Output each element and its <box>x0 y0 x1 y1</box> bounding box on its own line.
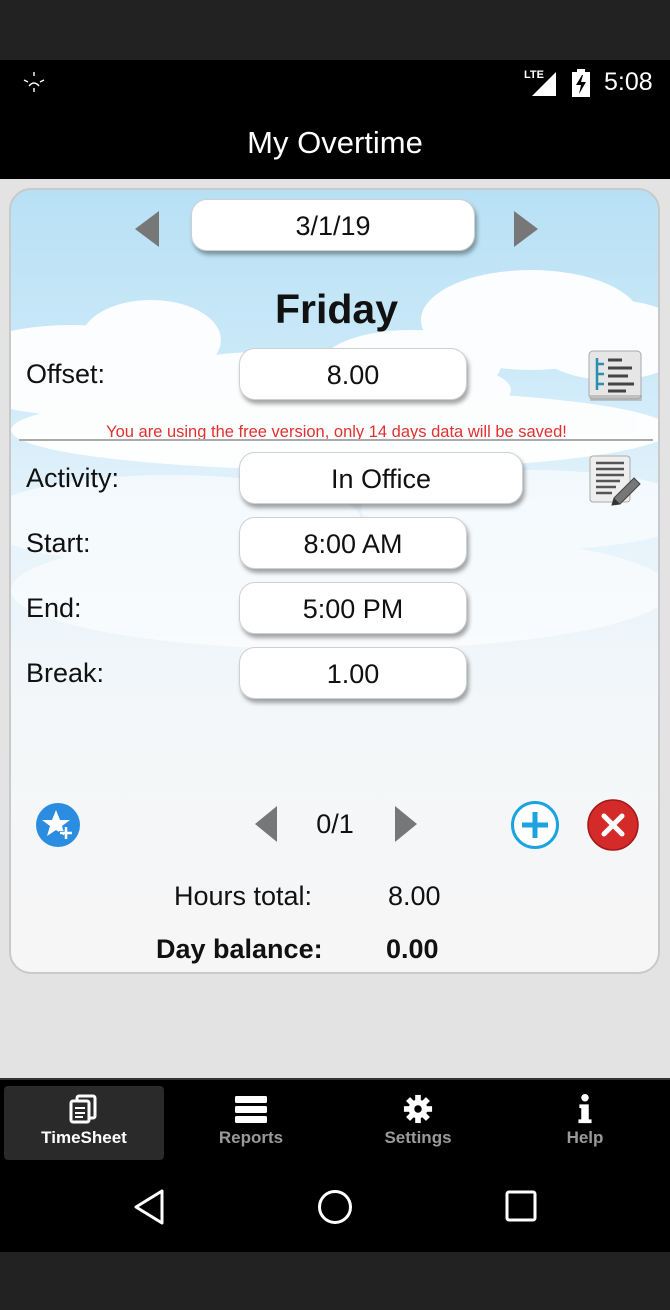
help-icon <box>578 1094 592 1124</box>
screen: LTE 5:08 My Overtime 3/1/19 Friday Offse… <box>0 0 670 1310</box>
day-balance-value: 0.00 <box>386 934 439 964</box>
day-balance-label: Day balance: <box>156 934 323 964</box>
app-title: My Overtime <box>247 125 423 160</box>
offset-hierarchy-button[interactable] <box>588 350 642 402</box>
date-picker[interactable]: 3/1/19 <box>191 199 475 251</box>
start-time-field[interactable]: 8:00 AM <box>239 517 467 569</box>
bottom-band <box>0 1252 670 1310</box>
hours-total-label: Hours total: <box>174 881 313 911</box>
activity-label: Activity: <box>26 463 120 493</box>
timesheet-card: 3/1/19 Friday Offset: 8.00 You are using… <box>9 188 660 974</box>
break-value: 1.00 <box>326 659 380 689</box>
delete-entry-button[interactable] <box>587 799 639 851</box>
recents-button-icon[interactable] <box>505 1190 537 1222</box>
break-field[interactable]: 1.00 <box>239 647 467 699</box>
entry-pager: 0/1 <box>316 809 354 839</box>
tab-help-label: Help <box>566 1128 604 1147</box>
previous-day-button[interactable] <box>135 211 161 247</box>
offset-label: Offset: <box>26 359 106 389</box>
settings-icon <box>403 1094 433 1124</box>
next-day-button[interactable] <box>512 211 538 247</box>
tab-settings-label: Settings <box>384 1128 452 1147</box>
clock: 5:08 <box>604 68 653 96</box>
tab-reports-label: Reports <box>218 1128 284 1147</box>
end-time-field[interactable]: 5:00 PM <box>239 582 467 634</box>
end-label: End: <box>26 593 82 623</box>
offset-value: 8.00 <box>326 360 380 390</box>
reports-icon <box>235 1096 267 1123</box>
end-time-value: 5:00 PM <box>302 594 404 624</box>
edit-activity-icon[interactable] <box>588 454 642 506</box>
tab-timesheet[interactable]: TimeSheet <box>4 1086 164 1160</box>
hours-total-value: 8.00 <box>388 881 441 911</box>
bottom-navigation: TimeSheet Reports Settings Help <box>0 1078 670 1162</box>
signal-icon <box>532 72 556 96</box>
weekday-title: Friday <box>274 286 399 332</box>
status-bar: LTE 5:08 <box>0 60 670 105</box>
date-value: 3/1/19 <box>295 211 371 241</box>
activity-field[interactable]: In Office <box>239 452 523 504</box>
break-label: Break: <box>26 658 105 688</box>
next-entry-button[interactable] <box>393 806 417 842</box>
home-button-icon[interactable] <box>317 1189 353 1225</box>
tab-timesheet-label: TimeSheet <box>41 1128 127 1147</box>
start-label: Start: <box>26 528 91 558</box>
favorite-add-button[interactable] <box>35 802 81 848</box>
tab-settings[interactable]: Settings <box>338 1086 498 1160</box>
app-bar: My Overtime <box>0 105 670 179</box>
brightness-icon <box>23 72 45 92</box>
start-time-value: 8:00 AM <box>303 529 403 559</box>
system-navigation-bar <box>0 1162 670 1252</box>
activity-value: In Office <box>330 464 432 494</box>
timesheet-icon <box>69 1094 97 1124</box>
previous-entry-button[interactable] <box>255 806 279 842</box>
content-area: 3/1/19 Friday Offset: 8.00 You are using… <box>0 179 670 1078</box>
battery-charging-icon <box>572 69 590 97</box>
add-entry-button[interactable] <box>510 800 560 850</box>
top-band <box>0 0 670 60</box>
back-button-icon[interactable] <box>133 1189 165 1225</box>
divider <box>19 439 653 441</box>
tab-reports[interactable]: Reports <box>171 1086 331 1160</box>
tab-help[interactable]: Help <box>505 1086 665 1160</box>
offset-field[interactable]: 8.00 <box>239 348 467 400</box>
